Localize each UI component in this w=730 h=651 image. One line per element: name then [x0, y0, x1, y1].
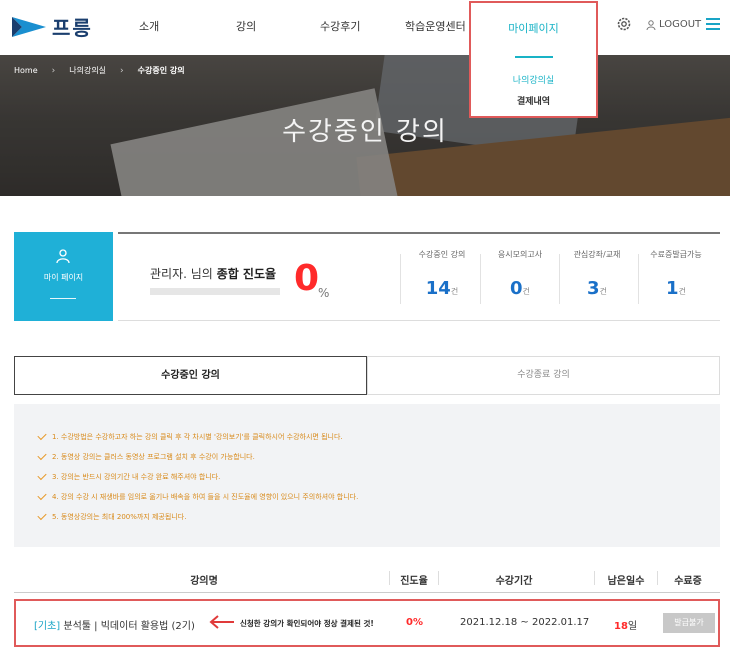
- notice-text: 5. 동영상강의는 최대 200%까지 제공됩니다.: [52, 513, 187, 521]
- notice-item: 1. 수강방법은 수강하고자 하는 강의 클릭 후 각 차시별 '강의보기'를 …: [37, 430, 343, 442]
- notice-text: 1. 수강방법은 수강하고자 하는 강의 클릭 후 각 차시별 '강의보기'를 …: [52, 433, 343, 441]
- course-title[interactable]: [기초] 분석툴 | 빅데이터 활용법 (2기): [34, 617, 195, 632]
- table-header: 강의명 진도율 수강기간 남은일수 수료증: [14, 563, 720, 593]
- stat-unit: 건: [678, 287, 686, 296]
- stat-unit: 건: [450, 287, 459, 296]
- col-progress: 진도율: [400, 576, 428, 587]
- stat-value: 3: [587, 278, 600, 299]
- course-tag: [기초]: [34, 621, 61, 632]
- breadcrumb-current: 수강중인 강의: [137, 66, 185, 75]
- check-icon: [37, 430, 47, 441]
- notice-item: 5. 동영상강의는 최대 200%까지 제공됩니다.: [37, 510, 187, 522]
- mypage-card[interactable]: 마이 페이지: [14, 232, 113, 321]
- tab-completed[interactable]: 수강종료 강의: [367, 356, 720, 395]
- stat-enrolled[interactable]: 수강중인 강의 14건: [402, 249, 482, 299]
- course-progress: 0%: [406, 617, 423, 628]
- chevron-right-icon: ›: [51, 65, 56, 76]
- brand-name: 프릉: [52, 16, 93, 40]
- overall-progress-unit: %: [318, 286, 330, 300]
- overall-progress-bar: [150, 288, 280, 295]
- remaining-days-value: 18: [614, 621, 628, 632]
- certificate-button[interactable]: 발급불가: [663, 613, 715, 633]
- gear-icon[interactable]: [616, 16, 632, 32]
- dropdown-my-classroom[interactable]: 나의강의실: [471, 73, 596, 86]
- notice-text: 4. 강의 수강 시 재생바를 임의로 옮기나 배속을 하여 들을 시 진도율에…: [52, 493, 359, 501]
- notice-box: 1. 수강방법은 수강하고자 하는 강의 클릭 후 각 차시별 '강의보기'를 …: [14, 404, 720, 547]
- course-name: 분석툴 | 빅데이터 활용법 (2기): [63, 621, 195, 632]
- logout-link[interactable]: LOGOUT: [646, 19, 701, 30]
- notice-text: 3. 강의는 반드시 강의기간 내 수강 완료 해주셔야 합니다.: [52, 473, 221, 481]
- check-icon: [37, 490, 47, 501]
- stat-certificates[interactable]: 수료증발급가능 1건: [636, 249, 716, 299]
- course-period: 2021.12.18 ~ 2022.01.17: [460, 617, 590, 628]
- remaining-days-unit: 일: [627, 621, 638, 632]
- greeting-text: 관리자. 님의: [150, 267, 217, 281]
- overall-progress-value: 0: [294, 258, 320, 299]
- top-header: 프릉 소개 강의 수강후기 학습운영센터 LOGOUT: [0, 0, 730, 55]
- menu-icon[interactable]: [706, 18, 720, 30]
- breadcrumb-my-classroom[interactable]: 나의강의실: [69, 65, 106, 76]
- nav-lectures[interactable]: 강의: [236, 18, 256, 34]
- hero-banner: Home › 나의강의실 › 수강중인 강의 수강중인 강의: [0, 55, 730, 196]
- stat-favorites[interactable]: 관심강좌/교재 3건: [557, 249, 637, 299]
- breadcrumb: Home › 나의강의실 › 수강중인 강의: [14, 65, 185, 76]
- chevron-right-icon: ›: [120, 65, 124, 76]
- logout-label: LOGOUT: [659, 19, 702, 30]
- user-icon: [646, 19, 656, 30]
- person-icon: [56, 249, 70, 264]
- stat-mock-exams[interactable]: 응시모의고사 0건: [480, 249, 560, 299]
- annotation-note: 신청한 강의가 확인되어야 정상 결제된 것!: [240, 619, 374, 628]
- nav-support-center[interactable]: 학습운영센터: [405, 18, 466, 34]
- greeting-bold: 종합 진도율: [216, 267, 277, 281]
- breadcrumb-home[interactable]: Home: [14, 66, 38, 75]
- page-title: 수강중인 강의: [282, 117, 448, 147]
- notice-item: 2. 동영상 강의는 클러스 동영상 프로그램 설치 후 수강이 가능합니다.: [37, 450, 255, 462]
- table-row[interactable]: [기초] 분석툴 | 빅데이터 활용법 (2기) 신청한 강의가 확인되어야 정…: [14, 599, 720, 647]
- stat-value: 0: [510, 278, 523, 299]
- mypage-dropdown: 마이페이지 나의강의실 결제내역: [469, 1, 598, 118]
- stat-caption: 수료증발급가능: [650, 250, 702, 259]
- col-certificate: 수료증: [674, 576, 702, 587]
- nav-intro[interactable]: 소개: [139, 18, 159, 34]
- col-course-name: 강의명: [190, 576, 218, 587]
- mypage-card-label: 마이 페이지: [43, 273, 84, 282]
- stat-caption: 관심강좌/교재: [573, 250, 621, 259]
- brand-logo[interactable]: 프릉: [12, 12, 93, 41]
- stat-value: 1: [666, 278, 679, 299]
- stat-caption: 응시모의고사: [497, 250, 543, 259]
- notice-text: 2. 동영상 강의는 클러스 동영상 프로그램 설치 후 수강이 가능합니다.: [52, 453, 255, 461]
- course-remaining: 18일: [614, 617, 637, 632]
- check-icon: [37, 510, 47, 521]
- arrow-left-icon: [209, 615, 234, 629]
- stat-caption: 수강중인 강의: [418, 250, 466, 259]
- check-icon: [37, 470, 47, 481]
- active-indicator: [515, 56, 553, 58]
- nav-reviews[interactable]: 수강후기: [320, 18, 360, 34]
- stat-unit: 건: [522, 287, 530, 296]
- logo-arrow-icon: [12, 16, 46, 37]
- stat-unit: 건: [599, 287, 607, 296]
- progress-summary: 관리자. 님의 종합 진도율 0 % 수강중인 강의 14건 응시모의고사 0건…: [118, 232, 720, 321]
- overall-progress-label: 관리자. 님의 종합 진도율: [150, 265, 276, 282]
- col-remaining-days: 남은일수: [607, 576, 645, 587]
- check-icon: [37, 450, 47, 461]
- nav-mypage[interactable]: 마이페이지: [471, 20, 596, 36]
- notice-item: 3. 강의는 반드시 강의기간 내 수강 완료 해주셔야 합니다.: [37, 470, 221, 482]
- notice-item: 4. 강의 수강 시 재생바를 임의로 옮기나 배속을 하여 들을 시 진도율에…: [37, 490, 359, 502]
- stat-value: 14: [425, 278, 451, 299]
- col-period: 수강기간: [495, 576, 533, 587]
- dropdown-payment-history[interactable]: 결제내역: [471, 94, 596, 107]
- divider: [50, 298, 76, 299]
- tab-in-progress[interactable]: 수강중인 강의: [14, 356, 367, 395]
